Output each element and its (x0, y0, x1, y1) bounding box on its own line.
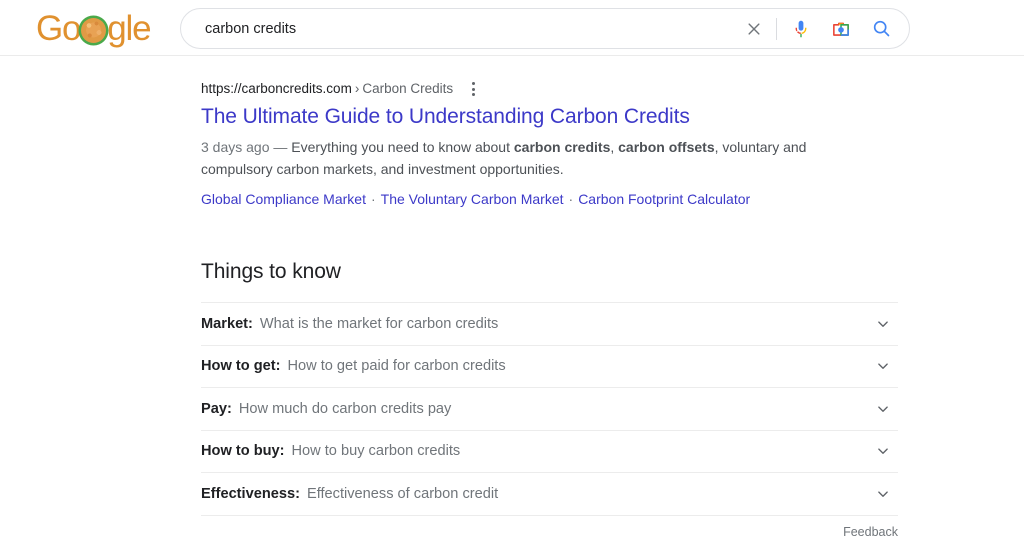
breadcrumb-separator: › (354, 81, 360, 96)
row-question: What is the market for carbon credits (259, 315, 499, 332)
sitelink-separator-0: · (370, 191, 376, 207)
chevron-down-icon (878, 406, 888, 412)
row-question: How to buy carbon credits (291, 443, 461, 460)
things-to-know-row-pay[interactable]: Pay: How much do carbon credits pay (201, 388, 898, 431)
things-to-know-row-how-to-buy[interactable]: How to buy: How to buy carbon credits (201, 431, 898, 473)
things-to-know-row-how-to-get[interactable]: How to get: How to get paid for carbon c… (201, 346, 898, 388)
snippet-bold-1: carbon credits (513, 139, 611, 155)
expand-row-button[interactable] (872, 440, 894, 462)
feedback-row: Feedback (201, 525, 898, 539)
chevron-down-icon (878, 321, 888, 327)
snippet-text-2: , (610, 139, 619, 155)
result-snippet: 3 days ago — Everything you need to know… (201, 137, 841, 180)
result-breadcrumb[interactable]: https://carboncredits.com › Carbon Credits (201, 80, 453, 98)
sitelinks-row: Global Compliance Market · The Voluntary C… (201, 189, 901, 209)
sitelink-2[interactable]: Carbon Footprint Calculator (578, 191, 750, 207)
logo-letters-before: Go (36, 8, 82, 48)
things-to-know-row-effectiveness[interactable]: Effectiveness: Effectiveness of carbon c… (201, 473, 898, 516)
row-label: Market: (201, 315, 253, 332)
row-label: Pay: (201, 400, 232, 417)
expand-row-button[interactable] (872, 483, 894, 505)
search-input[interactable] (181, 9, 740, 48)
search-divider (776, 17, 777, 40)
expand-row-button[interactable] (872, 313, 894, 335)
search-results-column: https://carboncredits.com › Carbon Credits… (0, 56, 1024, 539)
search-bar[interactable] (180, 8, 910, 49)
feedback-link[interactable]: Feedback (843, 525, 898, 539)
logo-wordmark: Go gle (36, 8, 152, 48)
search-submit-button[interactable] (867, 15, 895, 43)
things-to-know-row-market[interactable]: Market: What is the market for carbon cr… (201, 303, 898, 346)
snippet-text-1: Everything you need to know about (291, 139, 514, 155)
search-header: Go gle (0, 0, 1024, 56)
three-dot-menu-icon-dot3 (471, 93, 475, 96)
microphone-icon (795, 20, 807, 37)
chevron-down-icon (878, 448, 888, 455)
things-to-know-module: Things to know Market: What is the marke… (201, 258, 898, 539)
search-icon (873, 20, 889, 37)
result-url-row: https://carboncredits.com › Carbon Credits (201, 80, 901, 98)
row-label: Effectiveness: (201, 485, 300, 502)
result-title-link[interactable]: The Ultimate Guide to Understanding Carb… (201, 103, 901, 130)
snippet-date: 3 days ago (201, 139, 270, 155)
row-question: How much do carbon credits pay (238, 400, 452, 417)
result-breadcrumb-path: Carbon Credits (362, 81, 454, 96)
things-to-know-list: Market: What is the market for carbon cr… (201, 302, 898, 516)
snippet-dash: — (273, 139, 288, 155)
row-question: Effectiveness of carbon credit (306, 485, 499, 502)
chevron-down-icon (878, 363, 888, 370)
google-lens-camera-icon (833, 22, 849, 36)
result-options-button[interactable] (465, 80, 481, 98)
sitelink-0[interactable]: Global Compliance Market (201, 191, 366, 207)
row-question: How to get paid for carbon credits (287, 358, 506, 375)
result-domain: https://carboncredits.com (201, 81, 352, 96)
snippet-bold-2: carbon offsets (618, 139, 715, 155)
sitelink-separator-1: · (568, 191, 574, 207)
organic-result: https://carboncredits.com › Carbon Credits… (201, 80, 901, 209)
row-label: How to get: (201, 358, 281, 375)
sitelink-1[interactable]: The Voluntary Carbon Market (381, 191, 564, 207)
expand-row-button[interactable] (872, 398, 894, 420)
three-dot-menu-icon (471, 82, 475, 85)
things-to-know-heading: Things to know (201, 260, 341, 283)
voice-search-button[interactable] (787, 15, 815, 43)
doodle-earth-o-icon (81, 17, 107, 43)
row-label: How to buy: (201, 443, 285, 460)
google-lens-button[interactable] (827, 15, 855, 43)
clear-search-button[interactable] (740, 15, 768, 43)
google-doodle-logo[interactable]: Go gle (36, 8, 152, 48)
close-icon (748, 22, 760, 35)
chevron-down-icon (878, 491, 888, 497)
logo-letters-after: gle (107, 8, 151, 48)
three-dot-menu-icon-dot2 (471, 87, 475, 91)
expand-row-button[interactable] (872, 355, 894, 377)
